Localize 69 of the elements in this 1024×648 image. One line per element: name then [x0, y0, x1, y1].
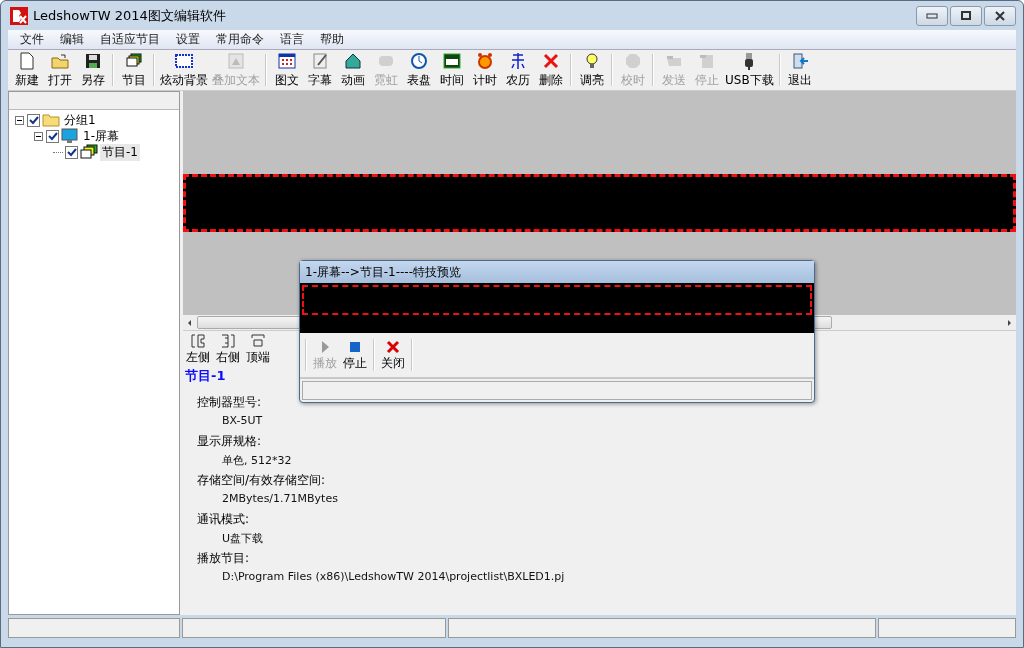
- monitor-icon: [61, 128, 79, 144]
- toolbar-button[interactable]: 新建: [10, 51, 43, 89]
- field-label: 显示屏规格:: [197, 433, 262, 450]
- window-title: LedshowTW 2014图文编辑软件: [33, 6, 226, 25]
- menu-item[interactable]: 设置: [168, 31, 208, 48]
- field-value: U盘下载: [222, 531, 264, 547]
- menu-item[interactable]: 帮助: [312, 31, 352, 48]
- dialog-title: 1-屏幕-->节目-1----特技预览: [300, 261, 814, 283]
- maximize-icon: [960, 10, 972, 21]
- checkbox[interactable]: [65, 145, 78, 159]
- toolbar-button[interactable]: 左侧: [183, 332, 213, 366]
- checkbox[interactable]: [27, 113, 40, 127]
- folder-icon: [42, 113, 60, 127]
- align-top-icon: [250, 332, 266, 349]
- toolbar-button[interactable]: 表盘: [402, 51, 435, 89]
- toolbar-button[interactable]: 时间: [435, 51, 468, 89]
- align-left-icon: [190, 332, 206, 349]
- menu-item[interactable]: 编辑: [52, 31, 92, 48]
- toolbar-button[interactable]: 农历: [501, 51, 534, 89]
- toolbar-button[interactable]: 打开: [43, 51, 76, 89]
- menu-item[interactable]: 文件: [12, 31, 52, 48]
- dotted-frame-icon: [174, 51, 194, 71]
- field-value: 2MBytes/1.71MBytes: [222, 492, 338, 507]
- field-label: 通讯模式:: [197, 511, 250, 528]
- field-value: D:\Program Files (x86)\LedshowTW 2014\projectlist\BXLED1.pj: [222, 570, 565, 585]
- collapse-toggle[interactable]: [15, 115, 25, 125]
- toolbar-button[interactable]: 节目: [117, 51, 150, 89]
- dialog-button[interactable]: 停止: [340, 338, 370, 372]
- tree-item[interactable]: 分组1: [62, 111, 98, 129]
- close-icon: [994, 10, 1006, 21]
- collapse-toggle[interactable]: [34, 131, 44, 141]
- section-title: 节目-1: [185, 367, 226, 385]
- tree-item[interactable]: 节目-1: [100, 143, 140, 161]
- menu-item[interactable]: 常用命令: [208, 31, 272, 48]
- picture-frame-icon: [226, 51, 246, 71]
- field-label: 控制器型号:: [197, 394, 262, 411]
- minimize-icon: [926, 12, 938, 19]
- clock-icon: [408, 51, 429, 71]
- tree-item[interactable]: 1-屏幕: [81, 127, 121, 145]
- stacked-screens-icon: [80, 144, 98, 160]
- toolbar-button[interactable]: 另存: [76, 51, 109, 89]
- field-label: 存储空间/有效存储空间:: [197, 472, 326, 489]
- app-logo-icon: [10, 6, 28, 25]
- menu-item[interactable]: 自适应节目: [92, 31, 168, 48]
- toolbar-button[interactable]: 计时: [468, 51, 501, 89]
- field-value: BX-5UT: [222, 414, 263, 429]
- close-button[interactable]: [984, 5, 1016, 26]
- toolbar-button[interactable]: 删除: [534, 51, 567, 89]
- field-label: 播放节目:: [197, 550, 250, 567]
- toolbar-button[interactable]: 动画: [336, 51, 369, 89]
- checkbox[interactable]: [46, 129, 59, 143]
- maximize-button[interactable]: [950, 5, 982, 26]
- toolbar-button[interactable]: USB下载: [723, 51, 776, 89]
- exit-door-icon: [790, 51, 811, 71]
- menu-item[interactable]: 语言: [272, 31, 312, 48]
- toolbar-button[interactable]: 调亮: [575, 51, 608, 89]
- grid-window-icon: [276, 51, 297, 71]
- align-right-icon: [220, 332, 236, 349]
- toolbar-button[interactable]: 图文: [270, 51, 303, 89]
- toolbar-button[interactable]: 顶端: [243, 332, 273, 366]
- toolbar-button[interactable]: 炫动背景: [158, 51, 210, 89]
- toolbar-button[interactable]: 右侧: [213, 332, 243, 366]
- dialog-button[interactable]: 关闭: [378, 338, 408, 372]
- field-value: 单色, 512*32: [222, 453, 292, 469]
- close-icon: [385, 338, 401, 355]
- digital-clock-icon: [441, 51, 462, 71]
- toolbar-button[interactable]: 字幕: [303, 51, 336, 89]
- toolbar-button[interactable]: 退出: [783, 51, 817, 89]
- folder-icon: [49, 51, 70, 71]
